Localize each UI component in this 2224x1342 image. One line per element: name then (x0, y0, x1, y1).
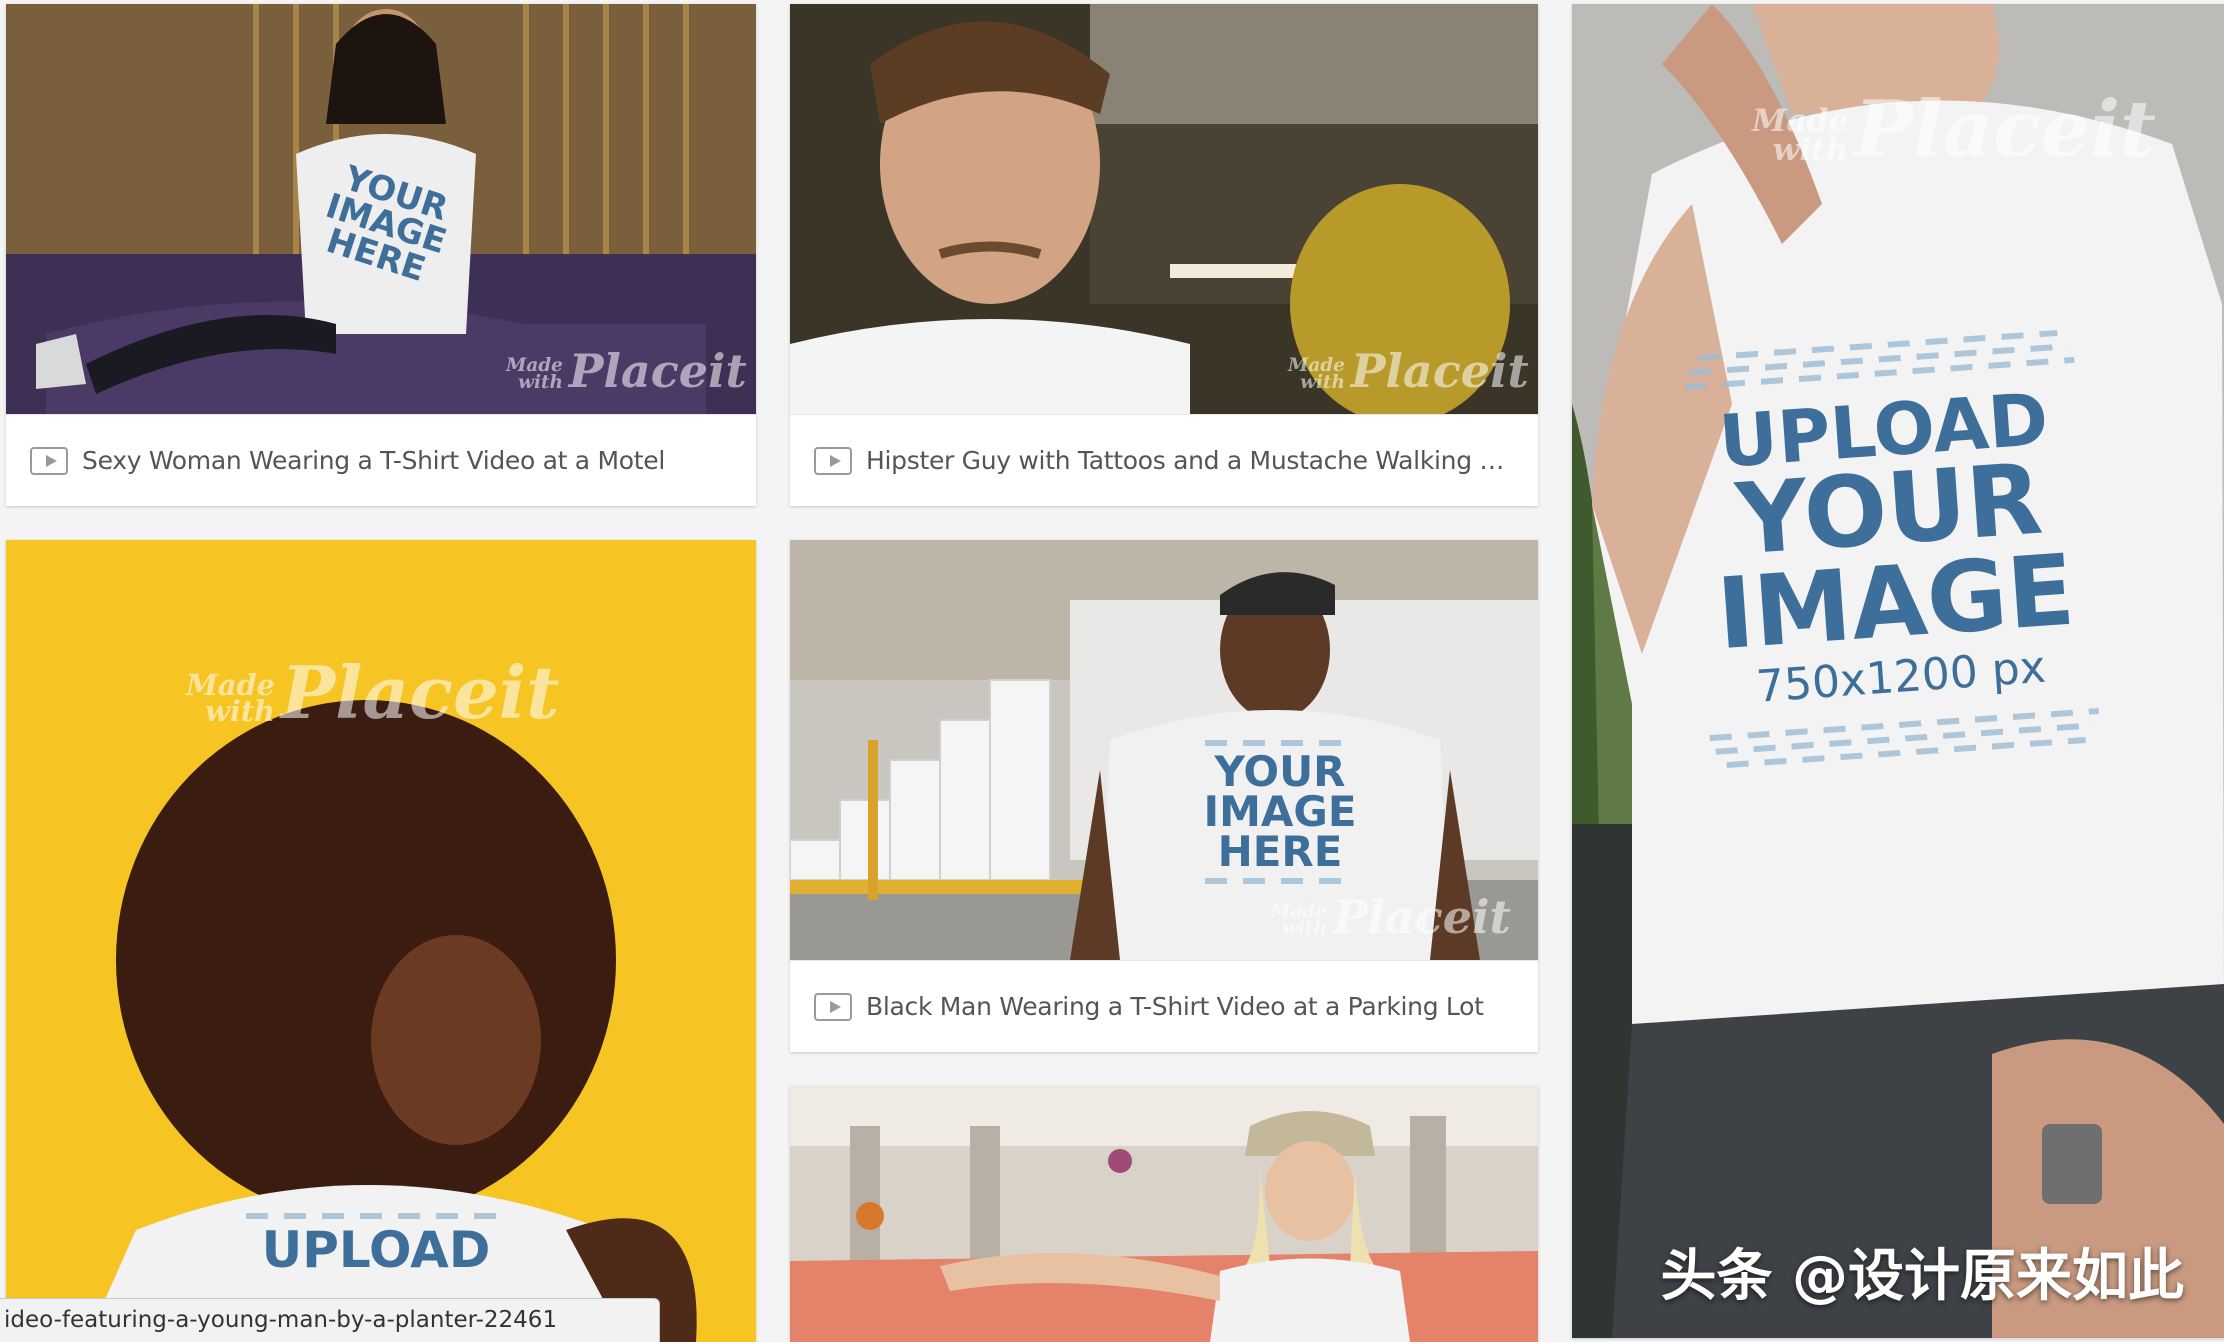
card-title[interactable]: Sexy Woman Wearing a T-Shirt Video at a … (82, 446, 665, 475)
template-card-sofa-woman[interactable] (790, 1086, 1538, 1342)
thumbnail-girl-yellow[interactable]: Made withPlaceit UPLOAD (6, 540, 756, 1342)
thumbnail-hipster-guy[interactable]: Made with Placeit (790, 4, 1538, 414)
thumbnail-sofa-woman[interactable] (790, 1086, 1538, 1342)
template-card-hipster-guy[interactable]: Made with Placeit Hipster Guy with Tattoos… (790, 4, 1538, 506)
man-tshirt-photo (1572, 4, 2224, 1338)
template-card-upload-your-image[interactable]: Made withPlaceit UPLOAD YOUR IMAGE 750x12… (1572, 4, 2224, 1338)
card-caption[interactable]: Hipster Guy with Tattoos and a Mustache … (790, 414, 1538, 506)
woman-motel-photo (6, 4, 756, 414)
template-card-woman-motel[interactable]: YOUR IMAGE HERE Made with Placeit Sexy Woman… (6, 4, 756, 506)
card-title[interactable]: Hipster Guy with Tattoos and a Mustache … (866, 446, 1518, 475)
video-play-icon (814, 992, 852, 1021)
thumbnail-man-tshirt[interactable]: Made withPlaceit UPLOAD YOUR IMAGE 750x12… (1572, 4, 2224, 1338)
girl-yellow-photo (6, 540, 756, 1342)
video-play-icon (30, 446, 68, 475)
sofa-woman-photo (790, 1086, 1538, 1342)
template-card-parking-lot[interactable]: YOUR IMAGE HERE Made with Placeit Black Man … (790, 540, 1538, 1052)
video-play-icon (814, 446, 852, 475)
hipster-guy-photo (790, 4, 1538, 414)
card-caption[interactable]: Sexy Woman Wearing a T-Shirt Video at a … (6, 414, 756, 506)
overlay-watermark-text: 头条 @设计原来如此 (1660, 1244, 2185, 1309)
card-title[interactable]: Black Man Wearing a T-Shirt Video at a P… (866, 992, 1484, 1021)
browser-status-url: ideo-featuring-a-young-man-by-a-planter-… (0, 1298, 660, 1342)
parking-lot-photo (790, 540, 1538, 960)
thumbnail-parking-lot[interactable]: YOUR IMAGE HERE Made with Placeit (790, 540, 1538, 960)
card-caption[interactable]: Black Man Wearing a T-Shirt Video at a P… (790, 960, 1538, 1052)
template-card-girl-yellow[interactable]: Made withPlaceit UPLOAD (6, 540, 756, 1342)
thumbnail-woman-motel[interactable]: YOUR IMAGE HERE Made with Placeit (6, 4, 756, 414)
